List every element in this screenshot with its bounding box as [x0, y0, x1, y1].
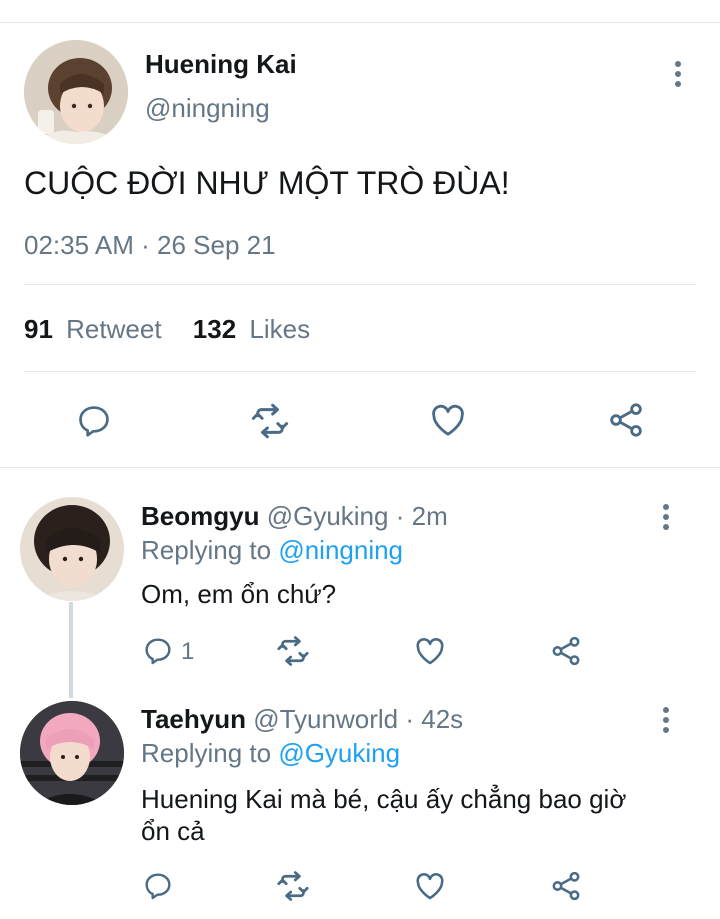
- like-button[interactable]: [428, 400, 468, 440]
- like-icon: [416, 638, 444, 665]
- tweet-date: 26 Sep 21: [157, 230, 276, 260]
- tweet-text: CUỘC ĐỜI NHƯ MỘT TRÒ ĐÙA!: [24, 165, 510, 201]
- mention-link[interactable]: @ningning: [278, 535, 403, 565]
- replying-label: Replying to: [141, 535, 272, 565]
- reply-header: Taehyun @Tyunworld · 42s: [141, 703, 463, 735]
- retweet-button[interactable]: [275, 633, 311, 669]
- author-name[interactable]: Beomgyu: [141, 501, 259, 531]
- author-name[interactable]: Huening Kai: [145, 48, 297, 80]
- like-icon: [416, 873, 444, 900]
- reply-time: 2m: [411, 501, 448, 531]
- avatar[interactable]: [20, 701, 124, 805]
- reply-text: Huening Kai mà bé, cậu ấy chẳng bao giờ …: [141, 784, 627, 846]
- share-button[interactable]: [606, 400, 646, 440]
- like-button[interactable]: [413, 634, 447, 668]
- share-icon: [552, 871, 580, 901]
- reply-text: Om, em ổn chứ?: [141, 579, 337, 609]
- author-name[interactable]: Taehyun: [141, 704, 246, 734]
- thread-line: [69, 602, 73, 698]
- author-handle[interactable]: @ningning: [145, 92, 270, 124]
- avatar[interactable]: [20, 497, 124, 601]
- tweet-stats: 91 Retweet 132 Likes: [24, 313, 310, 345]
- retweet-button[interactable]: [275, 868, 311, 904]
- section-divider: [0, 467, 720, 468]
- like-icon: [432, 404, 464, 436]
- more-options-button[interactable]: [662, 504, 670, 534]
- share-icon: [610, 403, 642, 437]
- replying-to: Replying to @ningning: [141, 534, 403, 566]
- share-button[interactable]: [549, 634, 583, 668]
- retweet-icon: [277, 636, 309, 666]
- reply-icon: [145, 638, 171, 665]
- replying-label: Replying to: [141, 738, 272, 768]
- tweet-timestamp: 02:35 AM · 26 Sep 21: [24, 229, 276, 261]
- reply-button[interactable]: [75, 402, 113, 440]
- reply-button[interactable]: [142, 635, 174, 667]
- retweet-button[interactable]: [249, 400, 291, 442]
- more-options-button[interactable]: [674, 61, 682, 91]
- reply-icon: [79, 406, 109, 437]
- reply-header: Beomgyu @Gyuking · 2m: [141, 500, 448, 532]
- reply-time: 42s: [421, 704, 464, 734]
- author-handle[interactable]: @Gyuking: [267, 501, 389, 531]
- share-icon: [552, 636, 580, 666]
- reply-icon: [145, 873, 171, 900]
- replying-to: Replying to @Gyuking: [141, 737, 400, 769]
- more-options-button[interactable]: [662, 707, 670, 737]
- share-button[interactable]: [549, 869, 583, 903]
- tweet-time: 02:35 AM: [24, 230, 134, 260]
- retweet-label[interactable]: Retweet: [66, 314, 161, 344]
- more-vertical-icon: [663, 707, 669, 713]
- top-divider: [0, 22, 720, 23]
- separator: ·: [395, 501, 405, 531]
- avatar[interactable]: [24, 40, 128, 144]
- mention-link[interactable]: @Gyuking: [278, 738, 400, 768]
- more-vertical-icon: [663, 504, 669, 510]
- separator: ·: [141, 230, 150, 260]
- retweet-icon: [277, 871, 309, 901]
- separator: ·: [405, 704, 415, 734]
- retweet-icon: [251, 403, 289, 439]
- author-handle[interactable]: @Tyunworld: [253, 704, 398, 734]
- like-button[interactable]: [413, 869, 447, 903]
- divider: [24, 371, 696, 372]
- reply-button[interactable]: [142, 870, 174, 902]
- likes-count: 132: [192, 314, 237, 344]
- divider: [24, 284, 696, 285]
- reply-count: 1: [181, 638, 195, 665]
- more-vertical-icon: [675, 61, 681, 67]
- likes-label[interactable]: Likes: [249, 314, 310, 344]
- retweet-count: 91: [24, 314, 53, 344]
